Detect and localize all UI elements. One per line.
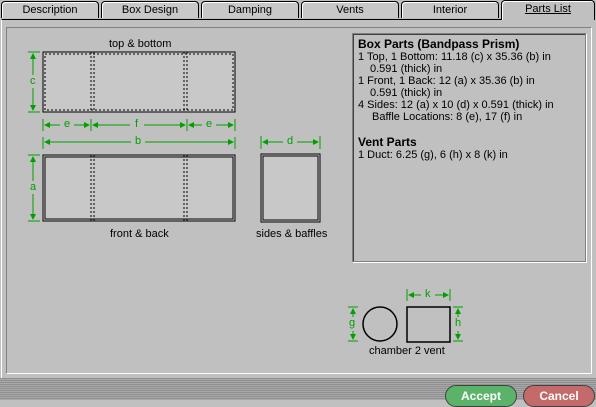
parts-line: 1 Top, 1 Bottom: 11.18 (c) x 35.36 (b) i… (358, 51, 551, 63)
dim-label-b: b (135, 135, 142, 147)
top-bottom-panel (42, 51, 236, 113)
dim-label-a: a (30, 181, 37, 193)
vent-circle (362, 306, 398, 342)
chamber-vent-label: chamber 2 vent (369, 345, 445, 357)
dim-label-e2: e (206, 118, 213, 130)
dim-label-e: e (64, 118, 71, 130)
dim-label-h: h (455, 317, 462, 329)
parts-line: 0.591 (thick) in (370, 87, 443, 99)
accept-button[interactable]: Accept (445, 385, 517, 407)
parts-line: 1 Front, 1 Back: 12 (a) x 35.36 (b) in (358, 75, 535, 87)
parts-line: 0.591 (thick) in (370, 63, 443, 75)
sides-baffles-label: sides & baffles (256, 228, 328, 240)
dim-label-g: g (349, 317, 356, 329)
front-back-panel (42, 154, 236, 222)
cancel-button[interactable]: Cancel (523, 385, 595, 407)
dim-label-d: d (287, 135, 294, 147)
parts-line: Baffle Locations: 8 (e), 17 (f) in (372, 111, 523, 123)
sides-baffles-panel (260, 153, 321, 223)
top-bottom-label: top & bottom (109, 38, 172, 50)
dim-label-f: f (135, 118, 139, 130)
tab-parts-list-label: Parts List (525, 3, 571, 15)
front-back-label: front & back (110, 228, 169, 240)
parts-line: 4 Sides: 12 (a) x 10 (d) x 0.591 (thick)… (358, 99, 554, 111)
box-parts-heading: Box Parts (Bandpass Prism) (358, 37, 520, 51)
tab-parts-list[interactable]: Parts List (501, 0, 595, 20)
vent-parts-heading: Vent Parts (358, 135, 417, 149)
dim-label-c: c (30, 75, 36, 87)
vent-rect (406, 306, 451, 343)
dim-label-k: k (425, 288, 431, 300)
parts-line: 1 Duct: 6.25 (g), 6 (h) x 8 (k) in (358, 149, 508, 161)
parts-list-box: Box Parts (Bandpass Prism) 1 Top, 1 Bott… (352, 33, 586, 262)
